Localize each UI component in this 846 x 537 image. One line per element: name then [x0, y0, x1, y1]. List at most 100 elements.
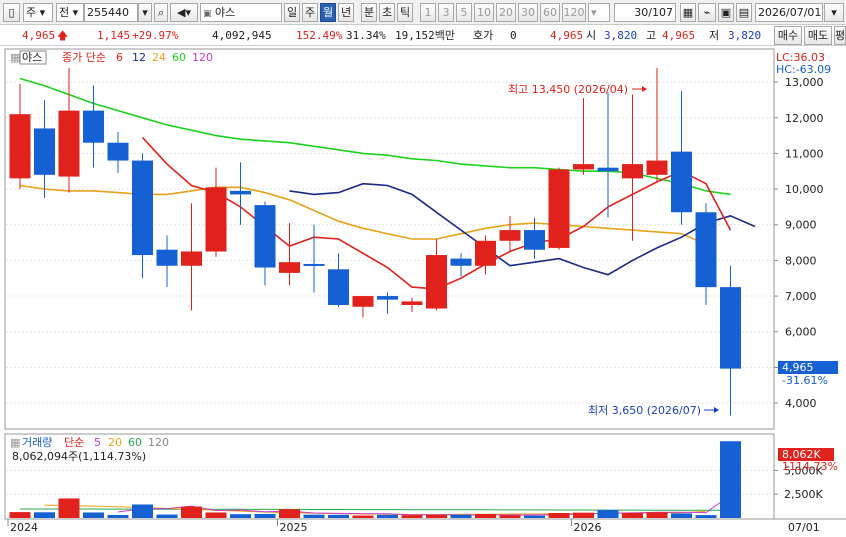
- tab-minute-5[interactable]: 5: [456, 3, 472, 22]
- volume-bar: [720, 441, 741, 518]
- search-icon[interactable]: ⌕: [154, 3, 168, 22]
- type-select[interactable]: 전 ▾: [56, 3, 84, 22]
- volume-bar: [58, 498, 80, 518]
- candle-body: [401, 301, 423, 305]
- save-icon[interactable]: ▣: [718, 3, 734, 22]
- candle-body: [230, 190, 251, 195]
- candle-body: [83, 110, 104, 143]
- candle-body: [254, 205, 276, 268]
- x-tick-label: 07/01: [788, 521, 820, 534]
- market-select[interactable]: 주 ▾: [23, 3, 53, 22]
- chevron-down-icon: ▾: [39, 6, 46, 19]
- price-pane[interactable]: [4, 48, 775, 430]
- volume-legend-ma60: 60: [128, 436, 142, 449]
- volume-bar: [426, 514, 447, 518]
- volume-bar: [646, 512, 668, 518]
- price-tick-label: 4,000: [785, 397, 817, 410]
- code-input[interactable]: 255440: [84, 3, 138, 22]
- low-annotation: 최저 3,650 (2026/07): [588, 404, 701, 417]
- price-tick-label: 12,000: [785, 112, 824, 125]
- tab-period-5[interactable]: 초: [379, 3, 395, 22]
- tab-minute-60[interactable]: 60: [540, 3, 560, 22]
- volume-bar: [622, 512, 643, 518]
- candle-body: [9, 114, 31, 179]
- tab-period-3[interactable]: 년: [338, 3, 354, 22]
- quote-label: 호가: [473, 29, 494, 42]
- volume-legend-label: 거래량: [22, 436, 52, 449]
- quote-value: 0: [510, 29, 517, 42]
- volume-tick-label: 2,500K: [784, 488, 823, 501]
- tab-minute-10[interactable]: 10: [474, 3, 494, 22]
- volume-bar: [230, 514, 251, 518]
- custom-period-select[interactable]: ▾: [588, 3, 610, 22]
- volume-bar: [597, 510, 619, 518]
- current-price: 4,965: [22, 29, 56, 42]
- code-dropdown-icon[interactable]: ▾: [138, 3, 152, 22]
- date-field[interactable]: 2026/07/01: [755, 3, 823, 22]
- count-field[interactable]: 30/107: [614, 3, 676, 22]
- volume-tag-pct: 1114.73%: [782, 460, 838, 473]
- sound-icon[interactable]: ◀▾: [170, 3, 198, 22]
- buy-button[interactable]: 매수: [774, 26, 802, 45]
- chart-area[interactable]: 4,0005,0006,0007,0008,0009,00010,00011,0…: [0, 46, 846, 537]
- price-change: 1,145: [97, 29, 131, 42]
- price-tag-value: 4,965: [782, 361, 814, 374]
- candle-body: [181, 251, 202, 266]
- tab-minute-120[interactable]: 120: [562, 3, 586, 22]
- volume-bar: [352, 515, 374, 518]
- volume-ratio: 152.49%: [296, 29, 343, 42]
- tab-period-0[interactable]: 일: [284, 3, 300, 22]
- tab-period-2[interactable]: 월: [320, 3, 336, 22]
- tab-minute-20[interactable]: 20: [496, 3, 516, 22]
- candle-body: [132, 160, 153, 256]
- candle-body: [548, 169, 570, 248]
- low-label: 저: [709, 29, 720, 42]
- x-tick-label: 2026: [574, 521, 602, 534]
- legend-ma6: 6: [116, 51, 123, 64]
- volume-legend-ma-label: 단순: [64, 436, 84, 449]
- stock-tag-icon: ▣: [203, 9, 212, 19]
- price-tick-label: 8,000: [785, 254, 817, 267]
- price-tick-label: 9,000: [785, 219, 817, 232]
- volume-bar: [377, 514, 398, 518]
- price-tick-label: 6,000: [785, 326, 817, 339]
- volume-bar: [548, 513, 570, 518]
- candle-body: [205, 187, 227, 252]
- legend-ma12: 12: [132, 51, 146, 64]
- eval-button[interactable]: 평: [834, 26, 846, 45]
- tab-minute-30[interactable]: 30: [518, 3, 538, 22]
- stock-name-field[interactable]: ▣ 야스: [200, 3, 282, 22]
- market-label: 주: [26, 6, 37, 19]
- sell-button[interactable]: 매도: [804, 26, 832, 45]
- calendar-icon[interactable]: ▤: [736, 3, 752, 22]
- candle-body: [328, 269, 349, 305]
- tab-minute-1[interactable]: 1: [420, 3, 436, 22]
- volume-bar: [83, 512, 104, 518]
- volume-bar: [205, 512, 227, 518]
- volume-bar: [279, 509, 300, 518]
- price-tag-pct: -31.61%: [782, 374, 828, 387]
- up-arrow-icon: 🡅: [57, 29, 69, 42]
- price-tick-label: 10,000: [785, 183, 824, 196]
- candle-body: [597, 167, 619, 172]
- tab-period-6[interactable]: 틱: [397, 3, 413, 22]
- tab-minute-3[interactable]: 3: [438, 3, 454, 22]
- candle-body: [499, 230, 521, 241]
- tab-period-1[interactable]: 주: [302, 3, 318, 22]
- grid-icon[interactable]: ▦: [680, 3, 696, 22]
- open-label: 시: [586, 29, 597, 42]
- legend-ma24: 24: [152, 51, 166, 64]
- price-tick-label: 13,000: [785, 76, 824, 89]
- candle-body: [58, 110, 80, 177]
- candle-body: [156, 249, 178, 266]
- candle-body: [475, 240, 496, 266]
- candle-body: [352, 296, 374, 307]
- tab-period-4[interactable]: 분: [361, 3, 377, 22]
- type-label: 전: [59, 6, 70, 19]
- calendar-dropdown-icon[interactable]: ▾: [824, 3, 844, 22]
- open-price: 3,820: [604, 29, 638, 42]
- panel-toggle-icon[interactable]: ▯: [3, 3, 20, 22]
- toolbar: ▯ 주 ▾ 전 ▾ 255440 ▾ ⌕ ◀▾ ▣ 야스 일 주 월 년 분 초…: [0, 0, 846, 25]
- indicator-icon[interactable]: ⌁: [698, 3, 716, 22]
- legend-ma120: 120: [192, 51, 213, 64]
